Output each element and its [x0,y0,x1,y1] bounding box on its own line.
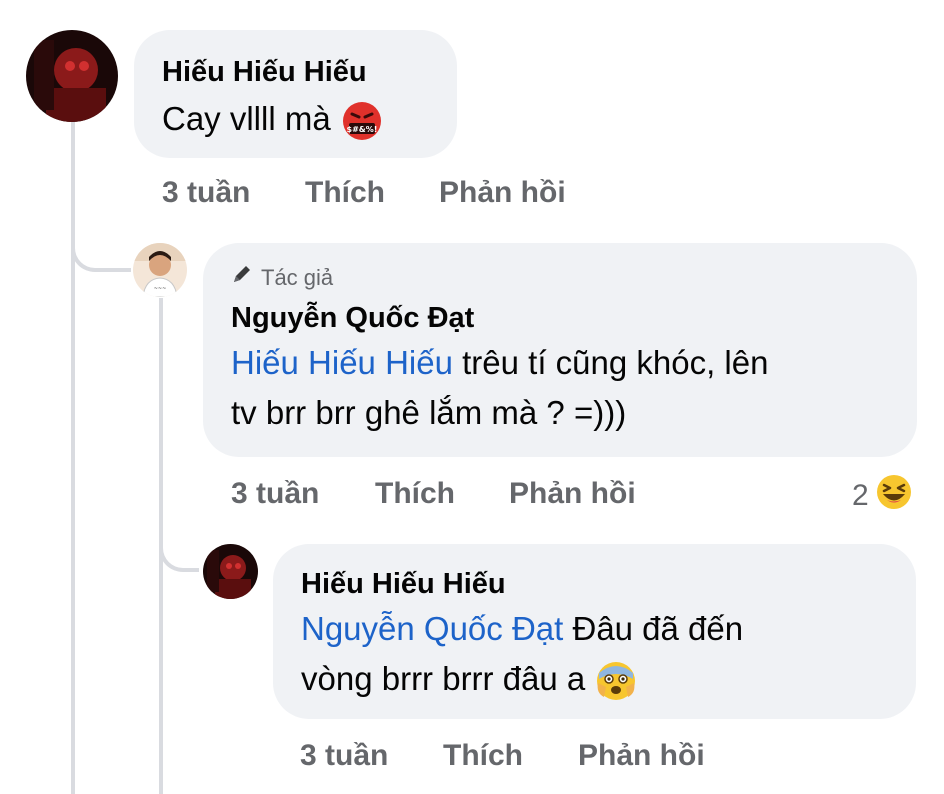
comment-actions: 3 tuần Thích Phản hồi [231,476,636,512]
thread-connector-reply-2 [159,520,199,572]
laughing-face-emoji-icon [875,473,913,519]
comment-author[interactable]: Nguyễn Quốc Đạt [231,300,889,336]
mention-link[interactable]: Hiếu Hiếu Hiếu [231,344,453,381]
reply-button[interactable]: Phản hồi [578,738,705,774]
like-button[interactable]: Thích [443,738,578,774]
pencil-icon [231,263,253,292]
comment-text: Nguyễn Quốc Đạt Đâu đã đến vòng brrr brr… [301,604,888,704]
author-badge-label: Tác giả [261,264,334,290]
comment-actions: 3 tuần Thích Phản hồi [162,175,566,211]
comment-bubble: Hiếu Hiếu Hiếu Cay vllll mà $#&%! [134,30,457,158]
reply-button[interactable]: Phản hồi [509,476,636,512]
comment-actions: 3 tuần Thích Phản hồi [300,738,705,774]
reply-button[interactable]: Phản hồi [439,175,566,211]
avatar[interactable]: ~~~ [133,243,187,297]
like-button[interactable]: Thích [375,476,509,512]
reaction-summary[interactable]: 2 [852,473,913,519]
avatar[interactable] [26,30,118,122]
thread-connector-reply-1 [71,228,131,272]
author-badge: Tác giả [231,263,889,292]
comment-text: Hiếu Hiếu Hiếu trêu tí cũng khóc, lên tv… [231,344,769,431]
like-button[interactable]: Thích [305,175,439,211]
swearing-face-emoji-icon: $#&%! [340,99,384,143]
comment-text: Cay vllll mà $#&%! [162,94,429,144]
svg-text:$#&%!: $#&%! [346,125,377,134]
comment-timestamp[interactable]: 3 tuần [162,175,305,211]
comment-author[interactable]: Hiếu Hiếu Hiếu [162,54,429,90]
thread-line-main [71,120,75,794]
mention-link[interactable]: Nguyễn Quốc Đạt [301,610,563,647]
svg-text:~~~: ~~~ [154,286,167,292]
fearful-face-emoji-icon [594,659,638,703]
comment-timestamp[interactable]: 3 tuần [300,738,443,774]
avatar[interactable] [203,544,258,599]
comment-author[interactable]: Hiếu Hiếu Hiếu [301,566,888,602]
comment-timestamp[interactable]: 3 tuần [231,476,375,512]
comment-bubble: Tác giả Nguyễn Quốc Đạt Hiếu Hiếu Hiếu t… [203,243,917,457]
comment-bubble: Hiếu Hiếu Hiếu Nguyễn Quốc Đạt Đâu đã đế… [273,544,916,719]
reaction-count: 2 [852,479,869,512]
